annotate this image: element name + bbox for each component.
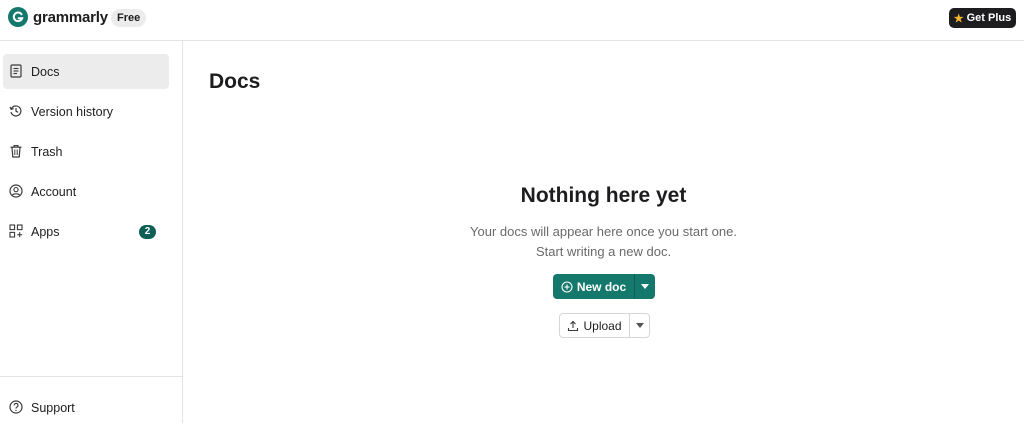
sidebar-divider <box>0 376 182 377</box>
apps-icon <box>9 224 23 238</box>
get-plus-label: Get Plus <box>966 12 1012 24</box>
chevron-down-icon <box>635 323 644 328</box>
upload-button[interactable]: Upload <box>560 314 630 337</box>
trash-icon <box>10 145 22 158</box>
plan-badge: Free <box>111 9 147 27</box>
empty-state-title: Nothing here yet <box>520 184 687 207</box>
new-doc-split-button: New doc <box>553 274 655 299</box>
new-doc-options-button[interactable] <box>635 274 655 299</box>
brand-name: grammarly <box>33 9 108 26</box>
upload-label: Upload <box>583 318 622 333</box>
history-icon <box>9 105 22 117</box>
sidebar-item-label: Apps <box>31 224 60 239</box>
upload-options-button[interactable] <box>630 314 649 337</box>
account-icon <box>9 184 23 198</box>
empty-state-hint: Start writing a new doc. <box>535 244 672 259</box>
sidebar-item-label: Account <box>31 184 77 199</box>
page-title: Docs <box>209 70 261 93</box>
sidebar-item-label: Trash <box>31 144 63 159</box>
new-doc-label: New doc <box>576 279 627 294</box>
sidebar-item-support[interactable]: Support <box>3 390 169 425</box>
sidebar-item-label: Version history <box>31 104 113 119</box>
new-doc-button[interactable]: New doc <box>553 274 635 299</box>
sidebar-item-docs[interactable]: Docs <box>3 54 169 89</box>
document-icon <box>10 64 22 78</box>
top-bar: grammarly Free ★ Get Plus <box>0 0 1024 41</box>
apps-count-badge: 2 <box>139 224 156 239</box>
help-icon <box>9 400 23 414</box>
upload-split-button: Upload <box>559 313 650 338</box>
plus-circle-icon <box>561 280 573 293</box>
sidebar-item-apps[interactable]: Apps 2 <box>3 214 169 249</box>
upload-icon <box>568 320 579 331</box>
sidebar-item-account[interactable]: Account <box>3 174 169 209</box>
sidebar: Docs Version history Trash Account Apps … <box>0 41 183 423</box>
chevron-down-icon <box>641 284 649 289</box>
grammarly-logo-icon[interactable] <box>8 7 28 27</box>
sidebar-item-label: Docs <box>31 64 60 79</box>
star-icon: ★ <box>953 12 964 25</box>
empty-state-message: Your docs will appear here once you star… <box>470 224 737 239</box>
get-plus-button[interactable]: ★ Get Plus <box>949 8 1016 28</box>
sidebar-item-version-history[interactable]: Version history <box>3 94 169 129</box>
sidebar-item-trash[interactable]: Trash <box>3 134 169 169</box>
sidebar-item-label: Support <box>31 400 75 415</box>
